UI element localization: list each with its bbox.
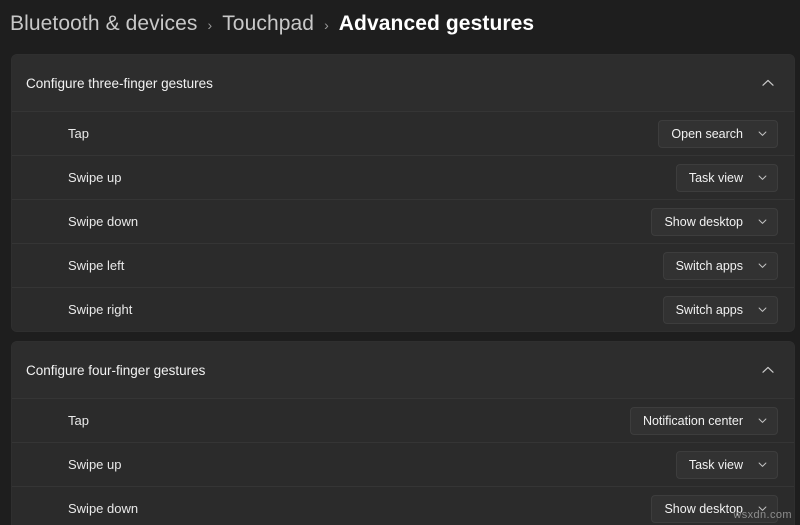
section-header-four-finger-gestures[interactable]: Configure four-finger gestures [12, 342, 794, 398]
row-label-swipe-right: Swipe right [68, 302, 133, 317]
section-three-finger-gestures: Configure three-finger gestures Tap Open… [11, 54, 795, 332]
dropdown-value: Notification center [642, 413, 743, 428]
chevron-up-icon[interactable] [760, 75, 776, 91]
dropdown-value: Switch apps [675, 302, 743, 317]
dropdown-four-finger-swipe-down[interactable]: Show desktop [651, 494, 778, 523]
dropdown-three-finger-swipe-up[interactable]: Task view [675, 163, 778, 192]
row-label-tap: Tap [68, 413, 89, 428]
chevron-down-icon[interactable] [757, 503, 768, 514]
chevron-down-icon[interactable] [757, 459, 768, 470]
chevron-right-icon: › [324, 17, 329, 33]
table-row: Swipe up Task view [12, 442, 794, 486]
chevron-down-icon[interactable] [757, 216, 768, 227]
breadcrumb: Bluetooth & devices › Touchpad › Advance… [0, 0, 800, 48]
dropdown-value: Open search [671, 126, 743, 141]
breadcrumb-item-advanced-gestures: Advanced gestures [338, 12, 535, 35]
dropdown-three-finger-swipe-right[interactable]: Switch apps [662, 295, 778, 324]
table-row: Tap Open search [12, 111, 794, 155]
chevron-up-icon[interactable] [760, 362, 776, 378]
table-row: Swipe down Show desktop [12, 199, 794, 243]
chevron-down-icon[interactable] [757, 304, 768, 315]
row-label-swipe-up: Swipe up [68, 457, 122, 472]
row-label-swipe-down: Swipe down [68, 501, 139, 516]
section-header-three-finger-gestures[interactable]: Configure three-finger gestures [12, 55, 794, 111]
dropdown-three-finger-tap[interactable]: Open search [658, 119, 778, 148]
dropdown-value: Switch apps [675, 258, 743, 273]
row-label-swipe-left: Swipe left [68, 258, 125, 273]
table-row: Swipe left Switch apps [12, 243, 794, 287]
chevron-down-icon[interactable] [757, 415, 768, 426]
table-row: Tap Notification center [12, 398, 794, 442]
settings-scroll-area: Configure three-finger gestures Tap Open… [0, 48, 800, 525]
dropdown-four-finger-tap[interactable]: Notification center [629, 406, 778, 435]
dropdown-three-finger-swipe-left[interactable]: Switch apps [662, 251, 778, 280]
dropdown-value: Task view [688, 170, 743, 185]
table-row: Swipe up Task view [12, 155, 794, 199]
row-label-swipe-up: Swipe up [68, 170, 122, 185]
chevron-down-icon[interactable] [757, 260, 768, 271]
section-title: Configure three-finger gestures [26, 75, 213, 91]
row-label-tap: Tap [68, 126, 89, 141]
dropdown-four-finger-swipe-up[interactable]: Task view [675, 450, 778, 479]
chevron-right-icon: › [207, 17, 213, 33]
dropdown-value: Task view [688, 457, 743, 472]
section-four-finger-gestures: Configure four-finger gestures Tap Notif… [11, 341, 795, 525]
chevron-down-icon[interactable] [757, 172, 768, 183]
row-label-swipe-down: Swipe down [68, 214, 139, 229]
table-row: Swipe right Switch apps [12, 287, 794, 331]
chevron-down-icon[interactable] [757, 128, 768, 139]
section-title: Configure four-finger gestures [26, 362, 206, 378]
breadcrumb-item-touchpad[interactable]: Touchpad [222, 12, 314, 36]
breadcrumb-item-bluetooth-devices[interactable]: Bluetooth & devices [10, 12, 198, 36]
dropdown-value: Show desktop [664, 214, 743, 229]
table-row: Swipe down Show desktop [12, 486, 794, 525]
dropdown-value: Show desktop [664, 501, 743, 516]
dropdown-three-finger-swipe-down[interactable]: Show desktop [651, 207, 778, 236]
